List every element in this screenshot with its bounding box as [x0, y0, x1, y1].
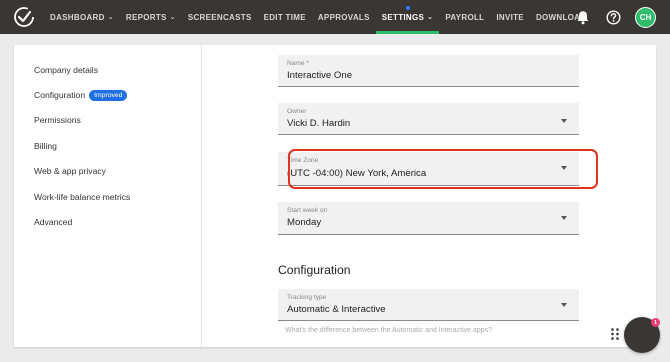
timezone-highlight-outline: [288, 149, 598, 189]
chevron-down-icon: ⌄: [427, 14, 434, 21]
drag-handle-icon[interactable]: [610, 327, 620, 341]
help-icon[interactable]: [605, 9, 621, 25]
tracking-type-select[interactable]: Tracking type Automatic & Interactive: [278, 289, 579, 321]
nav-invite[interactable]: INVITE: [490, 0, 530, 34]
logo-icon[interactable]: [13, 6, 35, 28]
name-field[interactable]: Name * Interactive One: [278, 55, 579, 87]
sidebar-item-configuration[interactable]: Configuration Improved: [14, 82, 201, 107]
owner-value: Vicki D. Hardin: [287, 118, 351, 129]
sidebar-item-web-app-privacy[interactable]: Web & app privacy: [14, 159, 201, 184]
dropdown-arrow-icon: [561, 216, 567, 220]
nav-settings[interactable]: SETTINGS ⌄: [375, 0, 440, 34]
avatar-initials: CH: [639, 12, 652, 22]
settings-main: Name * Interactive One Owner Vicki D. Ha…: [203, 45, 656, 347]
improved-badge: Improved: [89, 89, 128, 101]
sidebar-item-company-details[interactable]: Company details: [14, 57, 201, 82]
sidebar-item-label: Advanced: [34, 217, 73, 228]
nav-dashboard-label: DASHBOARD: [50, 12, 105, 22]
nav-payroll[interactable]: PAYROLL: [439, 0, 490, 34]
nav-settings-label: SETTINGS: [381, 12, 425, 22]
notifications-bell-icon[interactable]: [575, 9, 591, 25]
sidebar-item-label: Permissions: [34, 115, 81, 126]
user-avatar[interactable]: CH: [635, 6, 656, 28]
tracking-type-label: Tracking type: [287, 294, 327, 301]
tracking-type-value: Automatic & Interactive: [287, 304, 386, 315]
dropdown-arrow-icon: [561, 119, 567, 123]
nav-invite-label: INVITE: [496, 12, 524, 22]
top-navbar: DASHBOARD ⌄ REPORTS ⌄ SCREENCASTS EDIT T…: [0, 0, 670, 34]
nav-edit-time-label: EDIT TIME: [263, 12, 306, 22]
sidebar-item-label: Company details: [34, 64, 99, 75]
nav-reports[interactable]: REPORTS ⌄: [120, 0, 182, 34]
sidebar-item-label: Configuration: [34, 90, 86, 101]
chevron-down-icon: ⌄: [169, 14, 176, 21]
sidebar-item-permissions[interactable]: Permissions: [14, 108, 201, 133]
sidebar-item-work-life-balance[interactable]: Work-life balance metrics: [14, 184, 201, 209]
configuration-heading: Configuration: [278, 263, 351, 277]
dropdown-arrow-icon: [561, 303, 567, 307]
nav-edit-time[interactable]: EDIT TIME: [258, 0, 312, 34]
nav-screencasts-label: SCREENCASTS: [187, 12, 252, 22]
sidebar-item-advanced[interactable]: Advanced: [14, 209, 201, 234]
nav-dashboard[interactable]: DASHBOARD ⌄: [44, 0, 120, 34]
nav-approvals[interactable]: APPROVALS: [312, 0, 376, 34]
tracking-help-link[interactable]: What's the difference between the Automa…: [285, 327, 492, 334]
settings-card: Company details Configuration Improved P…: [14, 45, 656, 347]
notification-dot: [405, 6, 410, 10]
nav-reports-label: REPORTS: [125, 12, 167, 22]
sidebar-item-label: Work-life balance metrics: [34, 191, 131, 202]
start-week-value: Monday: [287, 217, 322, 228]
sidebar-item-label: Web & app privacy: [34, 166, 106, 177]
start-week-select[interactable]: Start week on Monday: [278, 202, 579, 235]
name-value: Interactive One: [287, 70, 353, 81]
nav-payroll-label: PAYROLL: [445, 12, 485, 22]
settings-sidebar: Company details Configuration Improved P…: [14, 45, 202, 347]
sidebar-item-label: Billing: [34, 140, 57, 151]
chevron-down-icon: ⌄: [107, 14, 114, 21]
nav-screencasts[interactable]: SCREENCASTS: [182, 0, 258, 34]
owner-select[interactable]: Owner Vicki D. Hardin: [278, 103, 579, 135]
start-week-label: Start week on: [287, 207, 328, 214]
nav-approvals-label: APPROVALS: [317, 12, 370, 22]
name-label: Name *: [287, 60, 309, 67]
main-nav: DASHBOARD ⌄ REPORTS ⌄ SCREENCASTS EDIT T…: [44, 0, 592, 34]
sidebar-item-billing[interactable]: Billing: [14, 133, 201, 158]
top-right-actions: CH: [575, 0, 656, 34]
owner-label: Owner: [287, 108, 307, 115]
chat-unread-badge: 1: [651, 318, 660, 327]
